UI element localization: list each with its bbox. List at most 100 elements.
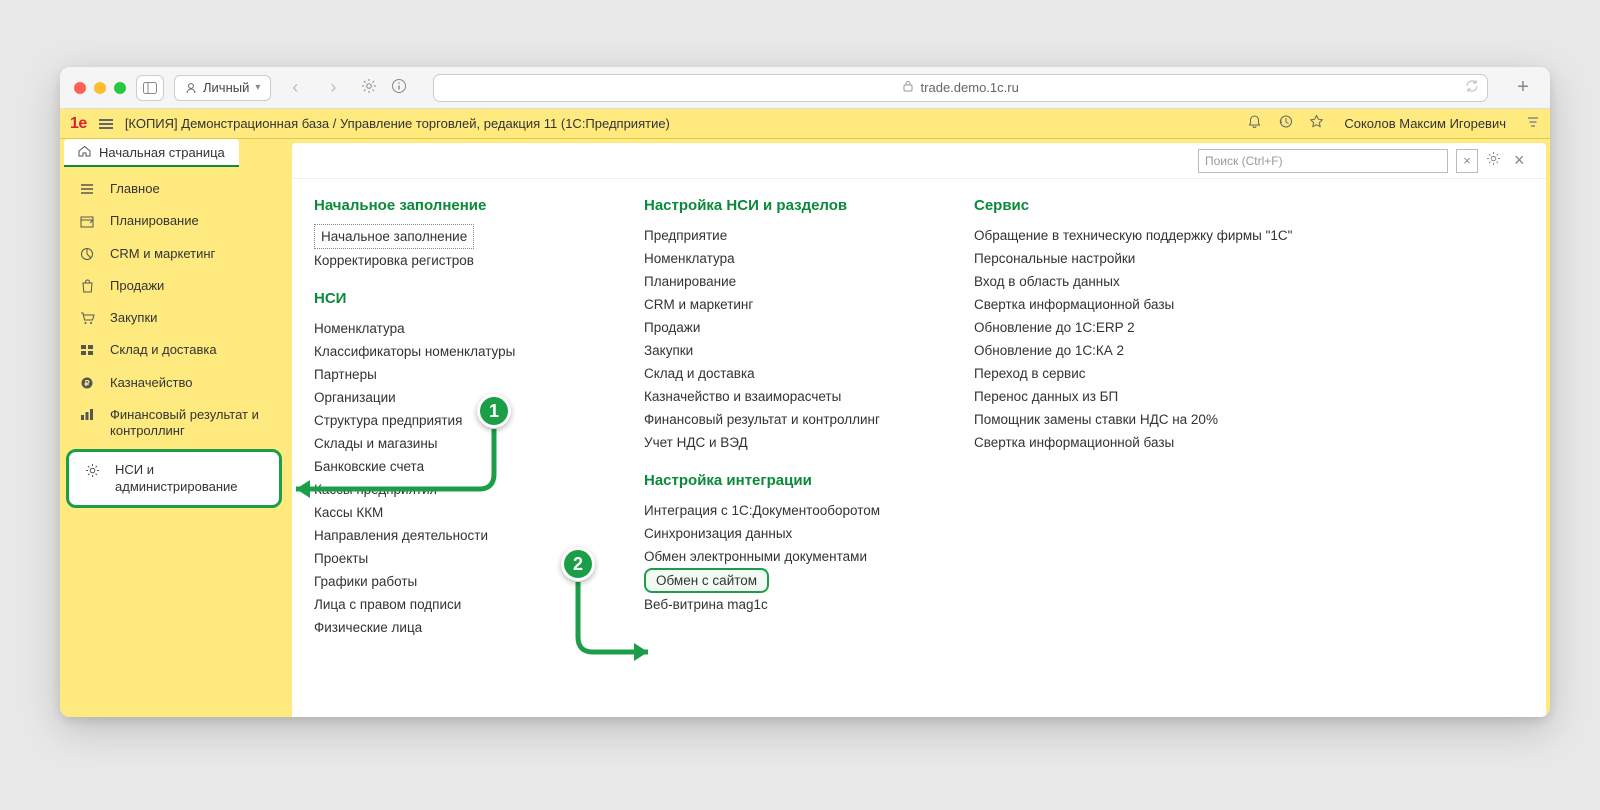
browser-profile-button[interactable]: Личный ▾ <box>174 75 271 101</box>
link-item[interactable]: Планирование <box>644 270 914 293</box>
sidebar-item-nsi-admin[interactable]: НСИ и администрирование <box>66 449 282 508</box>
link-item[interactable]: Физические лица <box>314 616 584 639</box>
info-icon[interactable] <box>391 78 407 98</box>
link-item[interactable]: Переход в сервис <box>974 362 1292 385</box>
sidebar-item-treasury[interactable]: ₽ Казначейство <box>60 367 288 399</box>
app-menu-button[interactable] <box>99 119 113 129</box>
link-item[interactable]: Кассы ККМ <box>314 501 584 524</box>
main-toolbar: Поиск (Ctrl+F) × × <box>292 143 1546 179</box>
svg-text:₽: ₽ <box>84 379 89 388</box>
link-item[interactable]: Обращение в техническую поддержку фирмы … <box>974 224 1292 247</box>
link-item[interactable]: Перенос данных из БП <box>974 385 1292 408</box>
link-item[interactable]: Финансовый результат и контроллинг <box>644 408 914 431</box>
link-item[interactable]: Учет НДС и ВЭД <box>644 431 914 454</box>
callout-2: 2 <box>561 547 595 581</box>
sidebar-item-crm[interactable]: CRM и маркетинг <box>60 238 288 270</box>
callout-badge-1: 1 <box>477 394 511 428</box>
content-columns: Начальное заполнение Начальное заполнени… <box>292 179 1546 717</box>
link-item[interactable]: Предприятие <box>644 224 914 247</box>
column-2: Настройка НСИ и разделов Предприятие Ном… <box>644 197 914 699</box>
link-item[interactable]: Лица с правом подписи <box>314 593 584 616</box>
pie-icon <box>78 246 96 262</box>
new-tab-button[interactable]: + <box>1510 75 1536 101</box>
sidebar-item-planning[interactable]: Планирование <box>60 205 288 237</box>
lock-icon <box>903 80 913 95</box>
profile-label: Личный <box>203 80 249 95</box>
url-text: trade.demo.1c.ru <box>921 80 1019 95</box>
sidebar-item-finance[interactable]: Финансовый результат и контроллинг <box>60 399 288 448</box>
sidebar-toggle-button[interactable] <box>136 75 164 101</box>
settings-icon[interactable] <box>1486 151 1506 170</box>
link-item[interactable]: Направления деятельности <box>314 524 584 547</box>
sidebar-item-purchases[interactable]: Закупки <box>60 302 288 334</box>
link-item[interactable]: Продажи <box>644 316 914 339</box>
star-icon[interactable] <box>1309 114 1324 133</box>
bell-icon[interactable] <box>1247 114 1262 133</box>
browser-toolbar: Личный ▾ ‹ › trade.demo.1c.ru + <box>60 67 1550 109</box>
link-item[interactable]: Помощник замены ставки НДС на 20% <box>974 408 1292 431</box>
link-item[interactable]: Персональные настройки <box>974 247 1292 270</box>
section-heading: НСИ <box>314 290 584 307</box>
nav-forward-button[interactable]: › <box>319 75 347 101</box>
user-name[interactable]: Соколов Максим Игоревич <box>1344 116 1506 131</box>
link-item[interactable]: Вход в область данных <box>974 270 1292 293</box>
window-close-button[interactable] <box>74 82 86 94</box>
app-body: Начальная страница Главное Планирование … <box>60 139 1550 717</box>
section-heading: Настройка НСИ и разделов <box>644 197 914 214</box>
link-item[interactable]: Свертка информационной базы <box>974 431 1292 454</box>
link-item[interactable]: Веб-витрина mag1c <box>644 593 914 616</box>
close-icon[interactable]: × <box>1514 150 1534 171</box>
link-item[interactable]: Закупки <box>644 339 914 362</box>
refresh-icon[interactable] <box>1465 79 1479 96</box>
sidebar-item-label: Казначейство <box>110 375 192 391</box>
link-item[interactable]: Партнеры <box>314 363 584 386</box>
search-input[interactable]: Поиск (Ctrl+F) <box>1198 149 1448 173</box>
tab-home[interactable]: Начальная страница <box>64 139 239 167</box>
callout-badge-2: 2 <box>561 547 595 581</box>
gear-icon <box>83 462 101 478</box>
calendar-icon <box>78 213 96 229</box>
filter-icon[interactable] <box>1526 115 1540 133</box>
chevron-down-icon: ▾ <box>255 82 260 93</box>
link-item[interactable]: Номенклатура <box>314 317 584 340</box>
sidebar-item-sales[interactable]: Продажи <box>60 270 288 302</box>
link-initial-fill[interactable]: Начальное заполнение <box>314 224 474 249</box>
link-item[interactable]: Синхронизация данных <box>644 522 914 545</box>
window-maximize-button[interactable] <box>114 82 126 94</box>
sidebar-item-label: Планирование <box>110 213 199 229</box>
link-item[interactable]: Графики работы <box>314 570 584 593</box>
sidebar: Начальная страница Главное Планирование … <box>60 139 288 717</box>
app-logo[interactable]: 1e <box>70 115 87 133</box>
link-item[interactable]: Классификаторы номенклатуры <box>314 340 584 363</box>
sidebar-item-main[interactable]: Главное <box>60 173 288 205</box>
person-icon <box>185 82 197 94</box>
link-item[interactable]: CRM и маркетинг <box>644 293 914 316</box>
window-controls <box>74 82 126 94</box>
sidebar-item-warehouse[interactable]: Склад и доставка <box>60 334 288 366</box>
tab-home-label: Начальная страница <box>99 145 225 160</box>
history-icon[interactable] <box>1278 114 1293 133</box>
link-register-correction[interactable]: Корректировка регистров <box>314 249 584 272</box>
sidebar-item-label: НСИ и администрирование <box>115 462 269 495</box>
link-item[interactable]: Организации <box>314 386 584 409</box>
window-minimize-button[interactable] <box>94 82 106 94</box>
link-item[interactable]: Интеграция с 1С:Документооборотом <box>644 499 914 522</box>
browser-settings-icon[interactable] <box>361 78 377 98</box>
column-3: Сервис Обращение в техническую поддержку… <box>974 197 1292 699</box>
link-item[interactable]: Обновление до 1С:ERP 2 <box>974 316 1292 339</box>
link-item[interactable]: Склад и доставка <box>644 362 914 385</box>
link-item[interactable]: Обмен электронными документами <box>644 545 914 568</box>
section-heading: Настройка интеграции <box>644 472 914 489</box>
link-item[interactable]: Обновление до 1С:КА 2 <box>974 339 1292 362</box>
section-heading: Начальное заполнение <box>314 197 584 214</box>
link-item[interactable]: Свертка информационной базы <box>974 293 1292 316</box>
url-bar[interactable]: trade.demo.1c.ru <box>433 74 1488 102</box>
home-icon <box>78 145 91 160</box>
callout-1: 1 <box>477 394 511 428</box>
search-clear-button[interactable]: × <box>1456 149 1478 173</box>
link-item[interactable]: Проекты <box>314 547 584 570</box>
link-item[interactable]: Казначейство и взаиморасчеты <box>644 385 914 408</box>
sidebar-item-label: Главное <box>110 181 160 197</box>
nav-back-button[interactable]: ‹ <box>281 75 309 101</box>
link-item[interactable]: Номенклатура <box>644 247 914 270</box>
